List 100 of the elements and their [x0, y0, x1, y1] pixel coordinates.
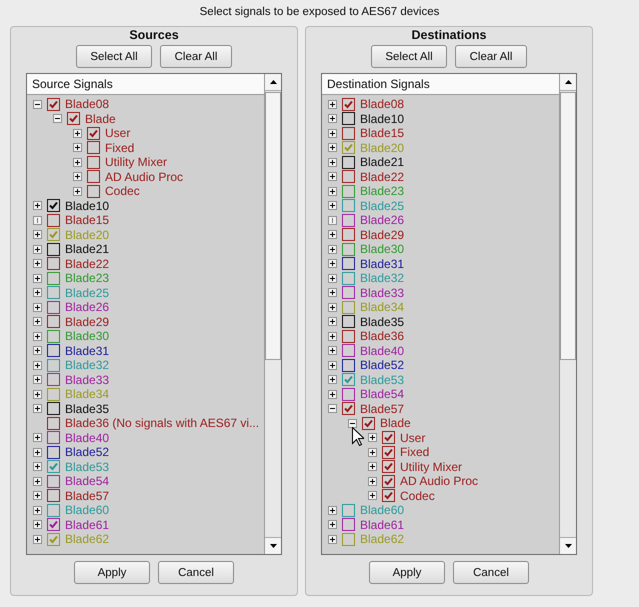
- expand-icon[interactable]: [328, 128, 337, 138]
- checkbox[interactable]: [362, 416, 375, 430]
- checkbox[interactable]: [47, 373, 60, 386]
- expand-icon[interactable]: [33, 317, 42, 326]
- checkbox[interactable]: [342, 141, 355, 154]
- checkbox[interactable]: [47, 286, 60, 300]
- expand-icon[interactable]: [33, 230, 42, 240]
- select-all-button[interactable]: Select All: [371, 45, 447, 68]
- checkbox[interactable]: [342, 228, 355, 242]
- expand-icon[interactable]: [33, 433, 42, 442]
- expand-icon[interactable]: [328, 534, 337, 544]
- expand-icon[interactable]: [328, 506, 337, 515]
- scroll-up-icon[interactable]: [564, 80, 572, 84]
- checkbox[interactable]: [67, 112, 80, 126]
- checkbox[interactable]: [342, 300, 355, 314]
- expand-icon[interactable]: [33, 201, 42, 210]
- checkbox[interactable]: [342, 286, 355, 300]
- checkbox[interactable]: [382, 446, 395, 459]
- expander-icon[interactable]: [33, 216, 42, 225]
- expand-icon[interactable]: [328, 360, 337, 370]
- expand-icon[interactable]: [73, 186, 82, 196]
- expand-icon[interactable]: [33, 476, 42, 486]
- checkbox[interactable]: [47, 446, 60, 459]
- expand-icon[interactable]: [33, 274, 42, 283]
- expand-icon[interactable]: [368, 476, 377, 486]
- checkbox[interactable]: [342, 504, 355, 517]
- checkbox[interactable]: [87, 184, 100, 198]
- expand-icon[interactable]: [33, 491, 42, 500]
- checkbox[interactable]: [342, 518, 355, 532]
- checkbox[interactable]: [342, 242, 355, 256]
- expand-icon[interactable]: [328, 317, 337, 326]
- expand-icon[interactable]: [33, 390, 42, 399]
- expand-icon[interactable]: [328, 244, 337, 254]
- checkbox[interactable]: [342, 402, 355, 416]
- checkbox[interactable]: [342, 272, 355, 285]
- checkbox[interactable]: [382, 460, 395, 474]
- expand-icon[interactable]: [328, 302, 337, 312]
- collapse-icon[interactable]: [33, 100, 42, 109]
- expand-icon[interactable]: [328, 172, 337, 182]
- expand-icon[interactable]: [328, 186, 337, 196]
- expand-icon[interactable]: [33, 462, 42, 472]
- checkbox[interactable]: [342, 358, 355, 372]
- apply-button[interactable]: Apply: [74, 561, 150, 584]
- expand-icon[interactable]: [328, 201, 337, 210]
- expand-icon[interactable]: [73, 128, 82, 138]
- expand-icon[interactable]: [33, 404, 42, 414]
- checkbox[interactable]: [47, 532, 60, 546]
- expand-icon[interactable]: [368, 462, 377, 472]
- expand-icon[interactable]: [33, 302, 42, 312]
- expand-icon[interactable]: [33, 520, 42, 530]
- checkbox[interactable]: [47, 431, 60, 444]
- checkbox[interactable]: [382, 474, 395, 488]
- checkbox[interactable]: [47, 518, 60, 532]
- clear-all-button[interactable]: Clear All: [455, 45, 527, 68]
- checkbox[interactable]: [87, 170, 100, 184]
- cancel-button[interactable]: Cancel: [453, 561, 529, 584]
- expand-icon[interactable]: [33, 448, 42, 457]
- checkbox[interactable]: [342, 156, 355, 169]
- checkbox[interactable]: [47, 257, 60, 270]
- expand-icon[interactable]: [368, 491, 377, 500]
- checkbox[interactable]: [47, 344, 60, 358]
- clear-all-button[interactable]: Clear All: [160, 45, 232, 68]
- expand-icon[interactable]: [368, 433, 377, 442]
- checkbox[interactable]: [47, 489, 60, 502]
- expand-icon[interactable]: [328, 114, 337, 124]
- checkbox[interactable]: [87, 126, 100, 140]
- scrollbar[interactable]: [264, 74, 281, 554]
- expander-icon[interactable]: [328, 216, 337, 225]
- expand-icon[interactable]: [33, 346, 42, 356]
- expand-icon[interactable]: [328, 143, 337, 152]
- checkbox[interactable]: [342, 126, 355, 140]
- checkbox[interactable]: [342, 330, 355, 343]
- checkbox[interactable]: [47, 330, 60, 343]
- checkbox[interactable]: [47, 300, 60, 314]
- checkbox[interactable]: [47, 460, 60, 474]
- checkbox[interactable]: [382, 431, 395, 444]
- checkbox[interactable]: [47, 242, 60, 256]
- checkbox[interactable]: [342, 373, 355, 386]
- checkbox[interactable]: [47, 388, 60, 401]
- scroll-thumb[interactable]: [560, 92, 576, 360]
- checkbox[interactable]: [47, 504, 60, 517]
- checkbox[interactable]: [342, 170, 355, 184]
- scroll-down-icon[interactable]: [564, 544, 572, 548]
- checkbox[interactable]: [47, 416, 60, 430]
- checkbox[interactable]: [47, 402, 60, 416]
- checkbox[interactable]: [342, 199, 355, 212]
- checkbox[interactable]: [47, 98, 60, 111]
- expand-icon[interactable]: [328, 100, 337, 109]
- checkbox[interactable]: [47, 214, 60, 227]
- checkbox[interactable]: [47, 272, 60, 285]
- scroll-down-icon[interactable]: [270, 544, 276, 548]
- expand-icon[interactable]: [73, 158, 82, 167]
- expand-icon[interactable]: [73, 143, 82, 152]
- checkbox[interactable]: [342, 257, 355, 270]
- expand-icon[interactable]: [33, 259, 42, 268]
- select-all-button[interactable]: Select All: [76, 45, 152, 68]
- expand-icon[interactable]: [328, 288, 337, 298]
- collapse-icon[interactable]: [328, 404, 337, 414]
- expand-icon[interactable]: [33, 288, 42, 298]
- checkbox[interactable]: [342, 388, 355, 401]
